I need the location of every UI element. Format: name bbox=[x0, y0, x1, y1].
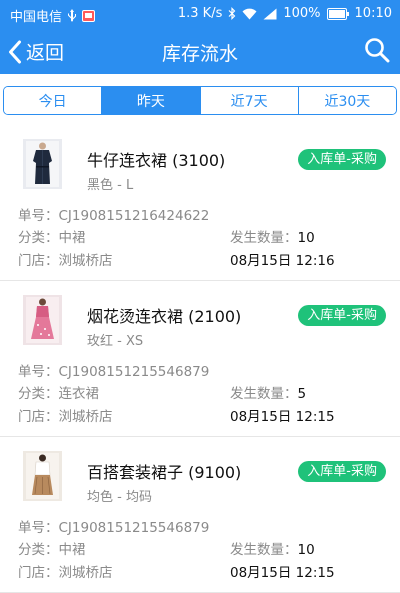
search-icon bbox=[364, 37, 390, 63]
navigation-bar: 返回 库存流水 bbox=[0, 28, 400, 74]
product-thumbnail bbox=[23, 295, 62, 345]
tab-today[interactable]: 今日 bbox=[4, 87, 102, 114]
store-row: 门店：浏城桥店 bbox=[18, 405, 113, 425]
quantity-value: 10 bbox=[297, 230, 315, 246]
sim-icon bbox=[82, 9, 96, 22]
category-row: 分类：中裙 bbox=[18, 226, 86, 246]
date-filter-tabs: 今日 昨天 近7天 近30天 bbox=[3, 86, 397, 115]
page-title: 库存流水 bbox=[161, 43, 238, 65]
order-number: 单号：CJ1908151216424622 bbox=[18, 208, 210, 224]
list-item[interactable]: 牛仔连衣裙 (3100) 黑色 - L 入库单-采购 单号：CJ19081512… bbox=[0, 125, 400, 281]
quantity-label: 发生数量： bbox=[230, 230, 298, 246]
status-bar-right: 1.3 K/s 100% 10:10 bbox=[178, 6, 392, 21]
record-time: 08月15日 12:15 bbox=[230, 409, 335, 425]
category-row: 分类：连衣裙 bbox=[18, 382, 99, 402]
quantity-row: 发生数量：10 bbox=[230, 538, 315, 558]
status-badge: 入库单-采购 bbox=[298, 149, 386, 170]
status-bar-left: 中国电信 bbox=[10, 6, 96, 25]
store-label: 门店： bbox=[18, 253, 59, 269]
network-speed: 1.3 K/s bbox=[177, 6, 223, 21]
category-value: 中裙 bbox=[58, 230, 86, 246]
list-item[interactable]: 百搭套装裙子 (9100) 均色 - 均码 入库单-采购 单号：CJ190815… bbox=[0, 437, 400, 593]
store-value: 浏城桥店 bbox=[58, 565, 113, 581]
quantity-value: 5 bbox=[297, 386, 307, 402]
store-value: 浏城桥店 bbox=[58, 253, 113, 269]
tab-last-7-days[interactable]: 近7天 bbox=[199, 87, 298, 114]
store-row: 门店：浏城桥店 bbox=[18, 561, 113, 581]
product-name: 牛仔连衣裙 (3100) bbox=[87, 151, 226, 170]
tab-yesterday[interactable]: 昨天 bbox=[101, 87, 200, 114]
usb-icon bbox=[67, 9, 77, 22]
record-time: 08月15日 12:15 bbox=[230, 565, 335, 581]
product-variant: 黑色 - L bbox=[87, 178, 134, 193]
category-value: 连衣裙 bbox=[58, 386, 100, 402]
store-value: 浏城桥店 bbox=[58, 409, 113, 425]
quantity-label: 发生数量： bbox=[230, 386, 298, 402]
product-thumbnail bbox=[23, 139, 62, 189]
clock: 10:10 bbox=[354, 6, 392, 21]
order-number: 单号：CJ1908151215546879 bbox=[18, 520, 210, 536]
battery-icon bbox=[326, 7, 349, 20]
quantity-label: 发生数量： bbox=[230, 542, 298, 558]
product-variant: 均色 - 均码 bbox=[87, 490, 152, 505]
signal-icon bbox=[263, 8, 277, 20]
category-label: 分类： bbox=[18, 542, 59, 558]
category-label: 分类： bbox=[18, 230, 59, 246]
status-badge: 入库单-采购 bbox=[298, 305, 386, 326]
search-button[interactable] bbox=[364, 37, 390, 67]
status-bar: 中国电信 1.3 K/s 100% 10:10 bbox=[0, 0, 400, 28]
list-item[interactable]: 烟花烫连衣裙 (2100) 玫红 - XS 入库单-采购 单号：CJ190815… bbox=[0, 281, 400, 437]
store-label: 门店： bbox=[18, 565, 59, 581]
stock-record-list: 牛仔连衣裙 (3100) 黑色 - L 入库单-采购 单号：CJ19081512… bbox=[0, 125, 400, 593]
wifi-icon bbox=[242, 8, 257, 20]
battery-percent: 100% bbox=[283, 6, 321, 21]
quantity-row: 发生数量：5 bbox=[230, 382, 306, 402]
product-name: 烟花烫连衣裙 (2100) bbox=[87, 307, 242, 326]
bluetooth-icon bbox=[228, 7, 236, 20]
status-badge: 入库单-采购 bbox=[298, 461, 386, 482]
store-row: 门店：浏城桥店 bbox=[18, 249, 113, 269]
category-value: 中裙 bbox=[58, 542, 86, 558]
order-number: 单号：CJ1908151215546879 bbox=[18, 364, 210, 380]
quantity-row: 发生数量：10 bbox=[230, 226, 315, 246]
tab-last-30-days[interactable]: 近30天 bbox=[297, 87, 396, 114]
category-row: 分类：中裙 bbox=[18, 538, 86, 558]
quantity-value: 10 bbox=[297, 542, 315, 558]
product-name: 百搭套装裙子 (9100) bbox=[87, 463, 242, 482]
category-label: 分类： bbox=[18, 386, 59, 402]
record-time: 08月15日 12:16 bbox=[230, 253, 335, 269]
product-variant: 玫红 - XS bbox=[87, 334, 144, 349]
store-label: 门店： bbox=[18, 409, 59, 425]
product-thumbnail bbox=[23, 451, 62, 501]
carrier-label: 中国电信 bbox=[10, 10, 63, 25]
